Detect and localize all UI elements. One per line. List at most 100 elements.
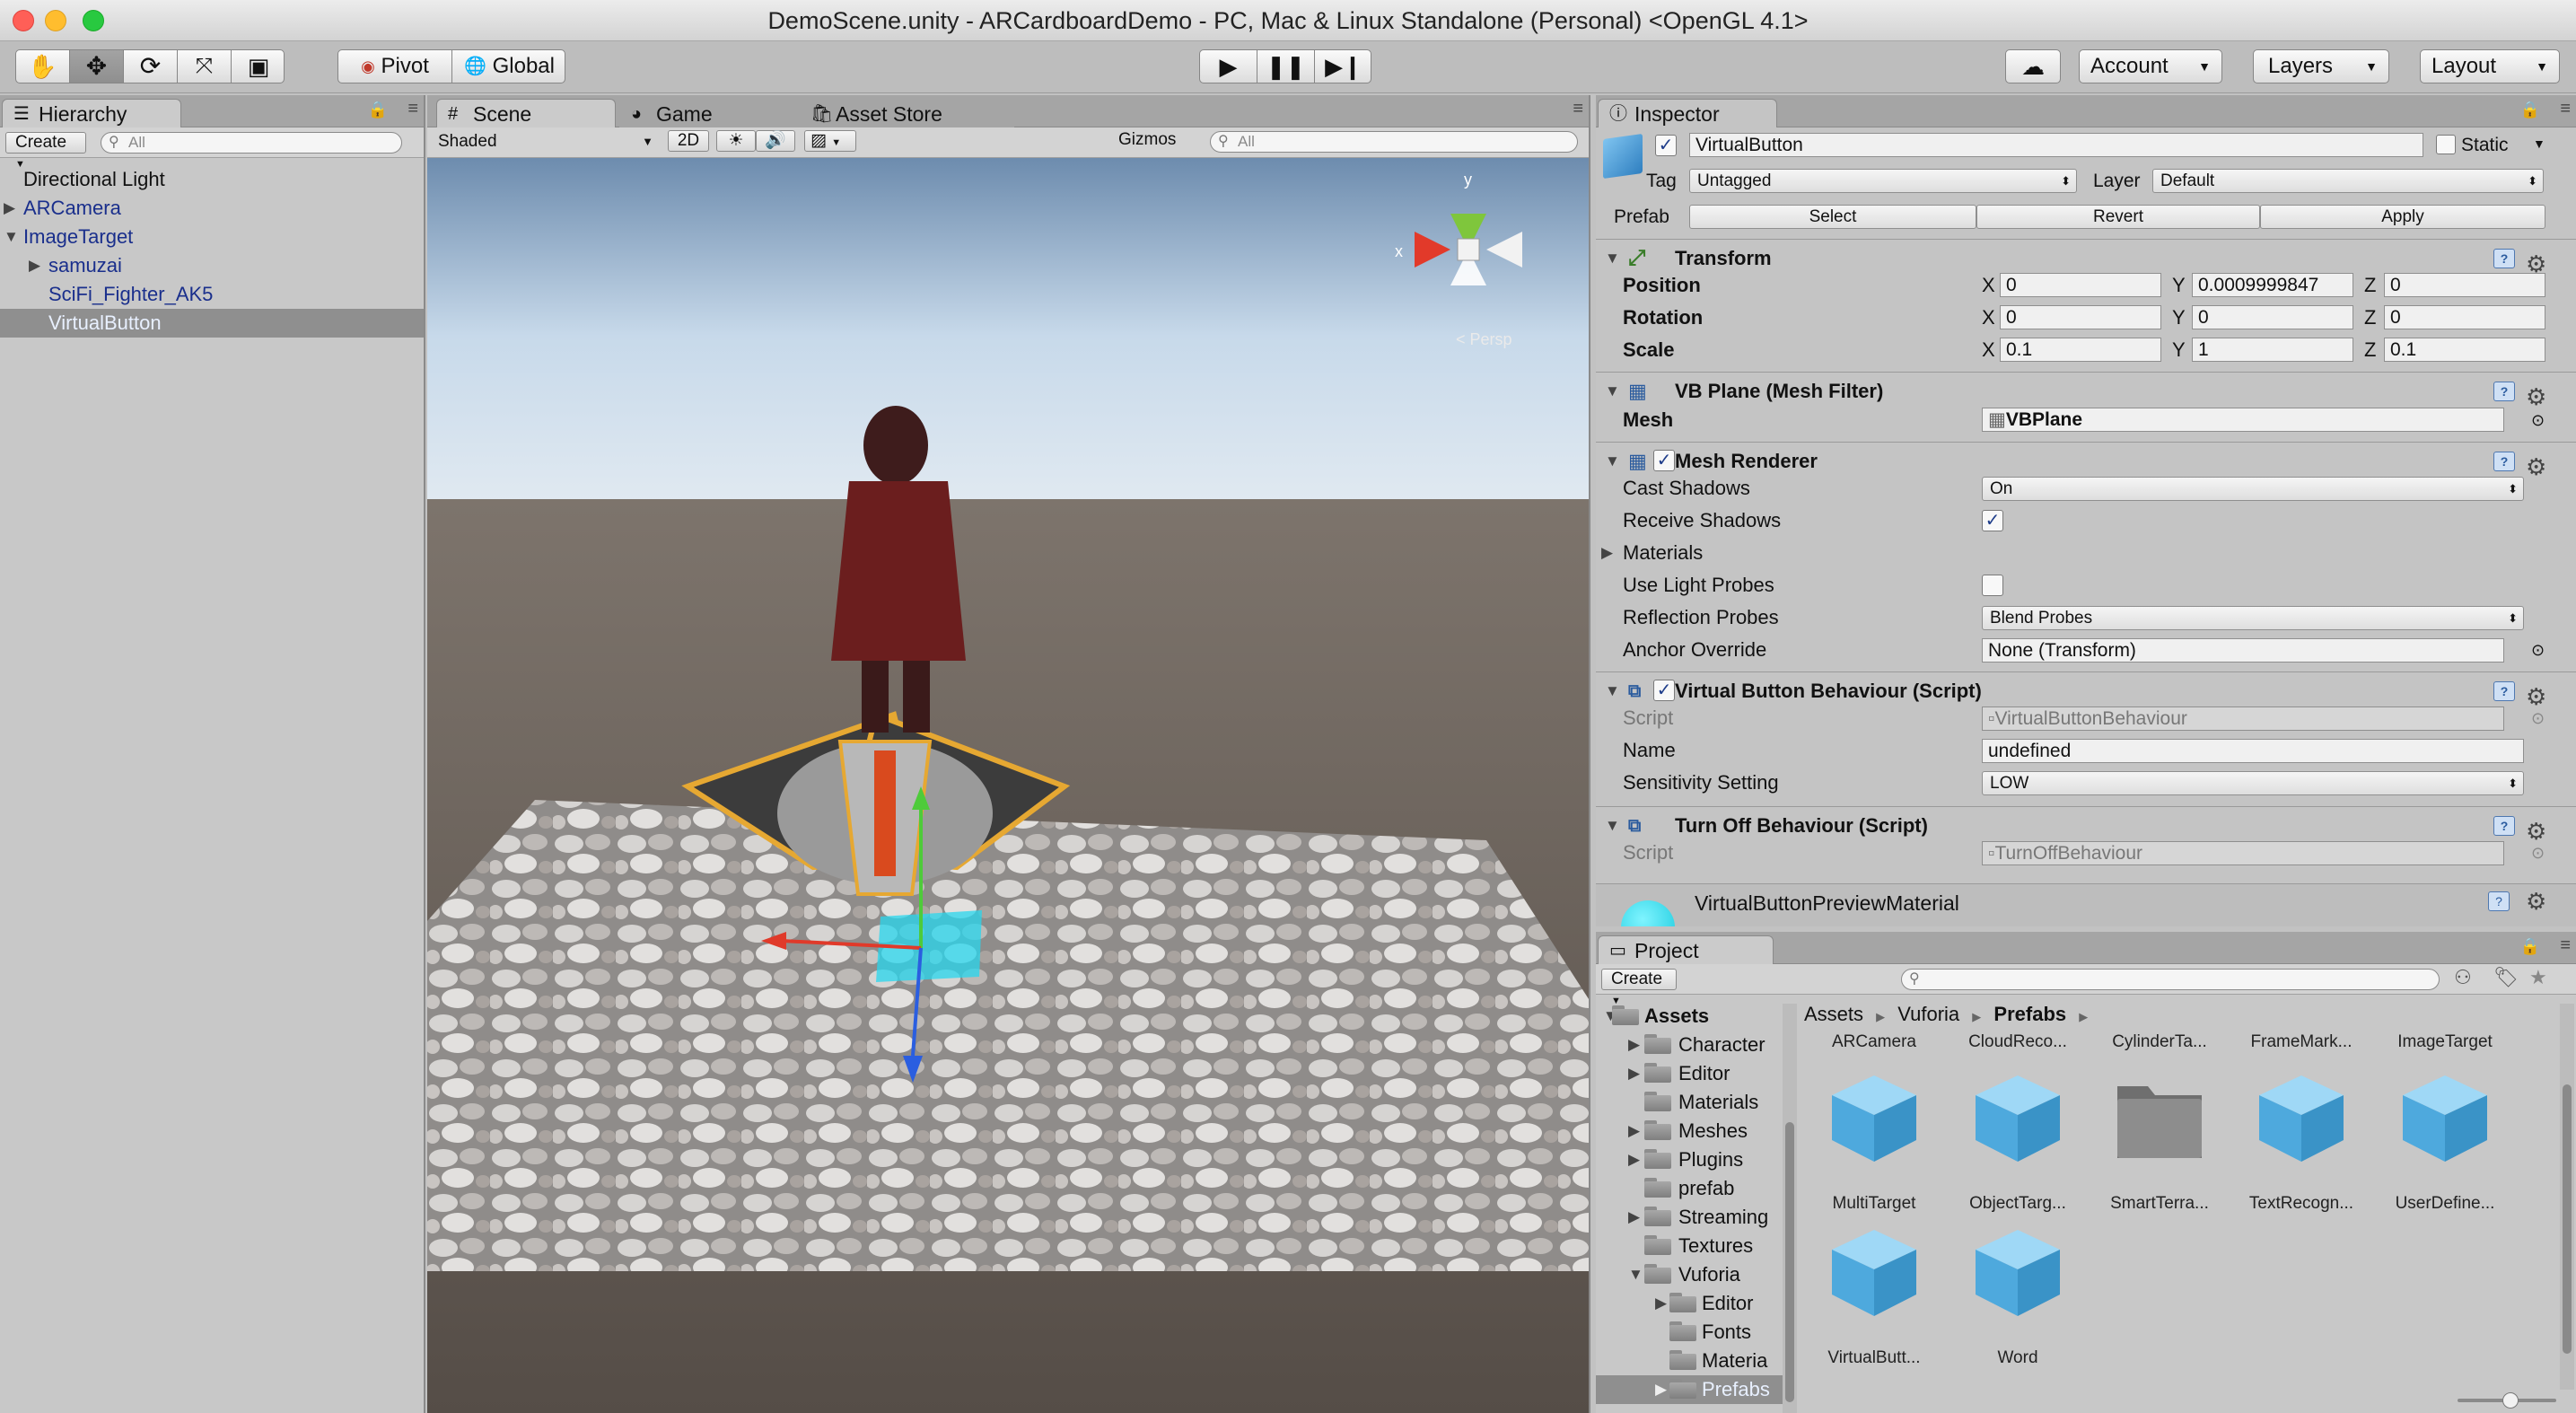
prefab-select-button[interactable]: Select [1689, 205, 1976, 229]
asset-virtualbutton[interactable]: VirtualButt... [1802, 1223, 1946, 1375]
static-checkbox[interactable] [2436, 135, 2456, 154]
expand-triangle-icon[interactable]: ▶ [1628, 1031, 1640, 1059]
position-y-field[interactable]: 0.0009999847 [2192, 273, 2353, 297]
tree-item-streaming[interactable]: ▶ Streaming [1596, 1203, 1768, 1232]
material-header[interactable]: VirtualButtonPreviewMaterial ? ⚙ [1596, 883, 2576, 926]
expand-triangle-icon[interactable]: ▶ [1655, 1289, 1667, 1318]
expand-triangle-icon[interactable]: ▶ [29, 251, 40, 280]
help-book-icon[interactable]: ? [2493, 816, 2515, 836]
panel-menu-icon[interactable]: ≡ [1573, 99, 1583, 119]
panel-menu-icon[interactable]: ≡ [2560, 935, 2571, 956]
object-picker-icon[interactable]: ⊙ [2531, 634, 2545, 666]
anchor-override-field[interactable]: None (Transform) [1982, 638, 2504, 663]
asset-multitarget[interactable]: MultiTarget [1802, 1068, 1946, 1221]
rect-tool-button[interactable]: ▣ [232, 50, 285, 83]
help-book-icon[interactable]: ? [2488, 891, 2510, 911]
hierarchy-item-virtualbutton[interactable]: VirtualButton [0, 309, 424, 338]
hand-tool-button[interactable]: ✋ [16, 50, 70, 83]
expand-triangle-icon[interactable]: ▶ [1628, 1117, 1640, 1145]
tree-scrollbar-thumb[interactable] [1785, 1122, 1794, 1402]
expand-triangle-icon[interactable]: ▶ [1628, 1145, 1640, 1174]
mesh-renderer-enabled-checkbox[interactable]: ✓ [1653, 450, 1675, 471]
tree-item-prefab[interactable]: prefab [1596, 1174, 1734, 1203]
play-button[interactable]: ▶ [1200, 50, 1257, 83]
toggle-2d-button[interactable]: 2D [668, 130, 709, 152]
position-z-field[interactable]: 0 [2384, 273, 2545, 297]
asset-word[interactable]: Word [1946, 1223, 2090, 1375]
prefab-revert-button[interactable]: Revert [1976, 205, 2260, 229]
asset-label-imagetarget[interactable]: ImageTarget [2373, 1032, 2517, 1059]
vb-behaviour-enabled-checkbox[interactable]: ✓ [1653, 680, 1675, 701]
gear-icon[interactable]: ⚙ [2526, 888, 2546, 916]
hierarchy-item-arcamera[interactable]: ▶ ARCamera [0, 194, 424, 223]
rotation-y-field[interactable]: 0 [2192, 305, 2353, 329]
reflection-probes-dropdown[interactable]: Blend Probes ⬍ [1982, 606, 2524, 630]
help-book-icon[interactable]: ? [2493, 382, 2515, 401]
panel-menu-icon[interactable]: ≡ [407, 99, 418, 119]
expand-triangle-icon[interactable]: ▶ [4, 194, 15, 223]
tree-item-materials[interactable]: Materials [1596, 1088, 1758, 1117]
project-search-input[interactable]: ⚲ [1901, 969, 2440, 990]
scale-x-field[interactable]: 0.1 [2000, 338, 2161, 362]
cast-shadows-dropdown[interactable]: On ⬍ [1982, 477, 2524, 501]
sensitivity-dropdown[interactable]: LOW ⬍ [1982, 771, 2524, 795]
scene-search-input[interactable]: ⚲ All [1210, 131, 1578, 153]
asset-grid-scrollbar[interactable] [2560, 1004, 2574, 1390]
tab-inspector[interactable]: ⓘ Inspector [1598, 99, 1777, 127]
tree-item-plugins[interactable]: ▶ Plugins [1596, 1145, 1743, 1174]
tree-item-meshes[interactable]: ▶ Meshes [1596, 1117, 1748, 1145]
breadcrumb-assets[interactable]: Assets [1804, 1003, 1863, 1025]
tab-scene[interactable]: # Scene [436, 99, 616, 127]
asset-label-cloudreco[interactable]: CloudReco... [1946, 1032, 2090, 1059]
audio-toggle[interactable]: 🔊 [756, 130, 795, 152]
expand-triangle-icon[interactable]: ▶ [1601, 537, 1613, 569]
lighting-toggle[interactable]: ☀ [716, 130, 756, 152]
asset-label-arcamera[interactable]: ARCamera [1802, 1032, 1946, 1059]
pause-button[interactable]: ❚❚ [1257, 50, 1315, 83]
layout-dropdown[interactable]: Layout ▼ [2420, 49, 2560, 83]
expand-triangle-icon[interactable]: ▶ [1628, 1203, 1640, 1232]
mesh-field[interactable]: ▦VBPlane [1982, 408, 2504, 432]
vb-name-field[interactable]: undefined [1982, 739, 2524, 763]
hierarchy-search-input[interactable]: ⚲ All [101, 132, 402, 154]
tag-dropdown[interactable]: Untagged ⬍ [1689, 169, 2077, 193]
receive-shadows-checkbox[interactable]: ✓ [1982, 510, 2003, 531]
asset-label-framemarker[interactable]: FrameMark... [2230, 1032, 2373, 1059]
hierarchy-create-button[interactable]: Create ▼ [5, 132, 86, 170]
asset-smartterrain[interactable]: SmartTerra... [2088, 1068, 2231, 1221]
close-window-button[interactable] [13, 10, 34, 31]
effects-dropdown[interactable]: ▨ ▼ [804, 130, 856, 152]
materials-row[interactable]: ▶ Materials [1596, 537, 2576, 569]
lock-icon[interactable]: 🔒 [2520, 937, 2540, 956]
asset-textrecognition[interactable]: TextRecogn... [2230, 1068, 2373, 1221]
scale-z-field[interactable]: 0.1 [2384, 338, 2545, 362]
minimize-window-button[interactable] [45, 10, 66, 31]
icon-size-slider[interactable] [2458, 1392, 2556, 1409]
asset-grid-scrollbar-thumb[interactable] [2563, 1084, 2572, 1354]
expand-triangle-icon[interactable]: ▶ [1655, 1375, 1667, 1404]
tree-item-textures[interactable]: Textures [1596, 1232, 1753, 1260]
active-checkbox[interactable]: ✓ [1655, 135, 1677, 156]
layer-dropdown[interactable]: Default ⬍ [2152, 169, 2544, 193]
rotate-tool-button[interactable]: ⟳ [124, 50, 178, 83]
asset-label-cylindertarget[interactable]: CylinderTa... [2088, 1032, 2231, 1059]
object-picker-icon[interactable]: ⊙ [2531, 404, 2545, 436]
tree-item-assets[interactable]: ▼ Assets [1596, 1002, 1709, 1031]
tab-asset-store[interactable]: 🛍 Asset Store [799, 99, 1014, 127]
position-x-field[interactable]: 0 [2000, 273, 2161, 297]
tree-item-vuforia-materials[interactable]: Materia [1596, 1347, 1767, 1375]
icon-size-slider-thumb[interactable] [2502, 1392, 2519, 1409]
shading-mode-dropdown[interactable]: Shaded ▼ [431, 130, 659, 154]
filter-by-type-icon[interactable]: ⚇ [2454, 966, 2472, 989]
hierarchy-item-imagetarget[interactable]: ▼ ImageTarget [0, 223, 424, 251]
asset-objecttarget[interactable]: ObjectTarg... [1946, 1068, 2090, 1221]
step-button[interactable]: ▶❙ [1315, 50, 1372, 83]
prefab-apply-button[interactable]: Apply [2260, 205, 2545, 229]
dropdown-arrow-icon[interactable]: ▼ [2533, 136, 2545, 151]
asset-userdefined[interactable]: UserDefine... [2373, 1068, 2517, 1221]
zoom-window-button[interactable] [83, 10, 104, 31]
collapse-triangle-icon[interactable]: ▼ [1628, 1260, 1643, 1289]
tree-item-editor[interactable]: ▶ Editor [1596, 1059, 1730, 1088]
favorite-star-icon[interactable]: ★ [2529, 966, 2547, 989]
tab-game[interactable]: ◕ Game [619, 99, 799, 127]
